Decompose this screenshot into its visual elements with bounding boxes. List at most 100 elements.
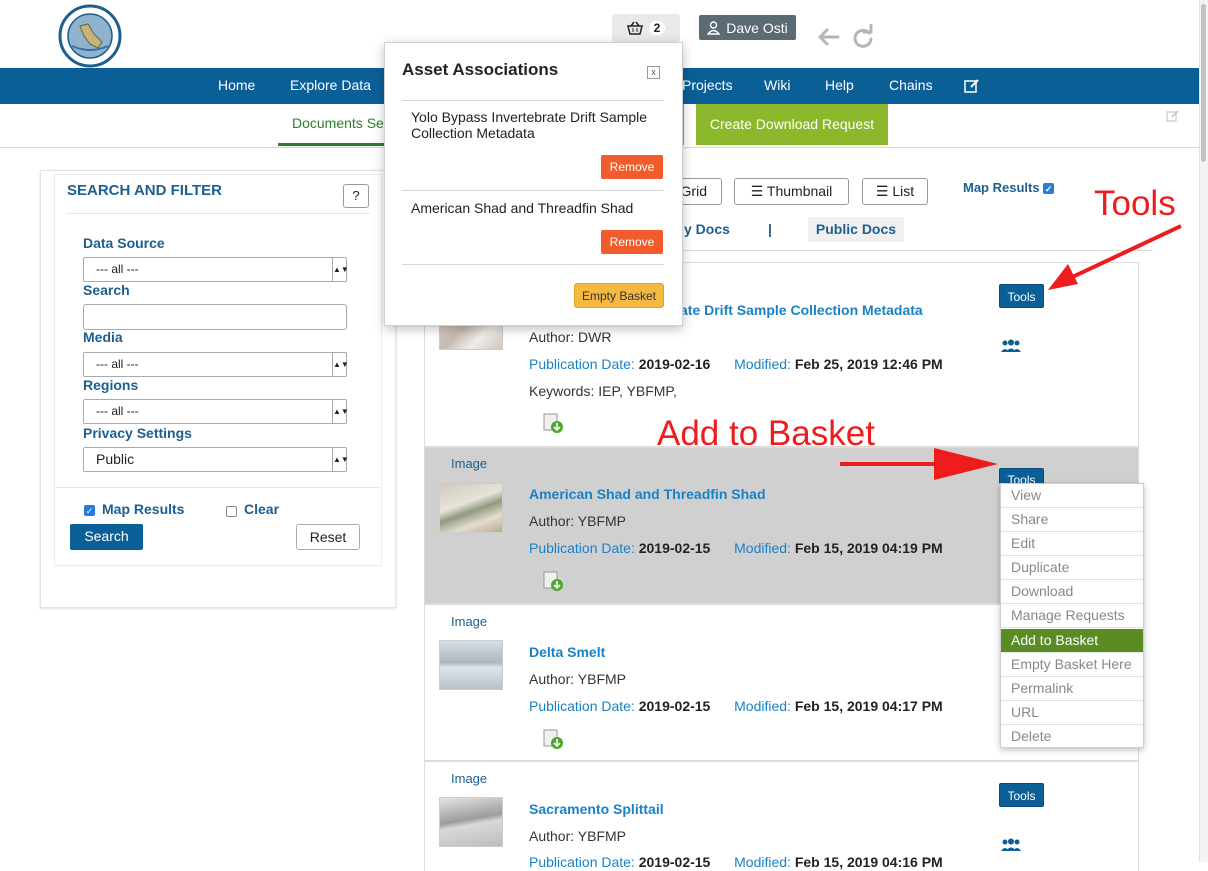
- result-author: Author: DWR: [529, 329, 612, 345]
- basket-item-text: American Shad and Threadfin Shad: [411, 200, 634, 216]
- publication-date: 2019-02-16: [638, 356, 711, 372]
- nav-projects[interactable]: Projects: [682, 68, 733, 104]
- result-thumbnail[interactable]: [439, 797, 503, 847]
- modified-label: Modified:: [734, 540, 791, 556]
- users-icon[interactable]: [1000, 339, 1022, 353]
- basket-button[interactable]: 2: [612, 14, 680, 42]
- menu-item-permalink[interactable]: Permalink: [1001, 677, 1143, 701]
- tab-public-docs[interactable]: Public Docs: [808, 217, 904, 242]
- privacy-settings-value: Public: [96, 451, 135, 467]
- menu-item-view[interactable]: View: [1001, 484, 1143, 508]
- help-button[interactable]: ?: [343, 184, 369, 208]
- clear-checkbox[interactable]: [226, 506, 237, 517]
- tools-dropdown-menu: View Share Edit Duplicate Download Manag…: [1000, 483, 1144, 748]
- thumbnail-view-button[interactable]: ☰ Thumbnail: [734, 178, 849, 205]
- user-name: Dave Osti: [726, 19, 788, 36]
- edit-icon[interactable]: [964, 78, 980, 94]
- remove-button[interactable]: Remove: [601, 230, 663, 254]
- result-title[interactable]: Sacramento Splittail: [529, 801, 664, 817]
- search-filter-title: SEARCH AND FILTER: [67, 182, 222, 199]
- publication-date-label: Publication Date:: [529, 356, 635, 372]
- back-arrow-icon[interactable]: [816, 24, 842, 50]
- result-dates: Publication Date: 2019-02-16 Modified: F…: [529, 356, 943, 372]
- publication-date: 2019-02-15: [638, 854, 711, 870]
- menu-item-share[interactable]: Share: [1001, 508, 1143, 532]
- result-dates: Publication Date: 2019-02-15 Modified: F…: [529, 854, 943, 870]
- tab-my-docs[interactable]: y Docs: [684, 217, 730, 242]
- tab-documents-search[interactable]: Documents Search: [278, 104, 384, 146]
- publication-date: 2019-02-15: [638, 540, 711, 556]
- menu-item-duplicate[interactable]: Duplicate: [1001, 556, 1143, 580]
- result-type-label: Image: [451, 771, 488, 786]
- users-icon[interactable]: [1000, 838, 1022, 852]
- result-title[interactable]: American Shad and Threadfin Shad: [529, 486, 766, 502]
- media-value: --- all ---: [96, 357, 139, 371]
- privacy-settings-select[interactable]: Public ▲▼: [83, 447, 349, 472]
- map-results-label: Map Results: [102, 501, 185, 517]
- map-results-checkbox[interactable]: ✓: [84, 505, 95, 516]
- tools-button[interactable]: Tools: [999, 783, 1044, 807]
- media-select[interactable]: --- all --- ▲▼: [83, 352, 349, 377]
- map-results-toggle-checkbox[interactable]: ✓: [1043, 183, 1055, 195]
- menu-item-download[interactable]: Download: [1001, 580, 1143, 604]
- menu-item-delete[interactable]: Delete: [1001, 725, 1143, 749]
- chevron-down-icon: ▲▼: [332, 258, 349, 281]
- menu-item-add-to-basket[interactable]: Add to Basket: [1001, 629, 1143, 653]
- nav-home[interactable]: Home: [218, 68, 255, 104]
- reset-button[interactable]: Reset: [296, 524, 360, 550]
- result-keywords: Keywords: IEP, YBFMP,: [529, 383, 677, 399]
- menu-item-url[interactable]: URL: [1001, 701, 1143, 725]
- list-view-button[interactable]: ☰ List: [862, 178, 928, 205]
- data-source-select[interactable]: --- all --- ▲▼: [83, 257, 349, 282]
- dwr-seal-logo[interactable]: [54, 4, 126, 68]
- data-source-value: --- all ---: [96, 262, 139, 276]
- result-thumbnail[interactable]: [439, 483, 503, 533]
- create-download-request-button[interactable]: Create Download Request: [696, 104, 888, 145]
- nav-help[interactable]: Help: [825, 68, 854, 104]
- nav-chains[interactable]: Chains: [889, 68, 933, 104]
- result-title[interactable]: Delta Smelt: [529, 644, 605, 660]
- regions-select[interactable]: --- all --- ▲▼: [83, 399, 349, 424]
- grid-view-label: Grid: [680, 183, 707, 199]
- divider: [56, 487, 380, 488]
- download-icon[interactable]: [543, 729, 565, 751]
- map-results-toggle-label: Map Results: [963, 180, 1040, 195]
- result-type-label: Image: [451, 614, 488, 629]
- close-icon[interactable]: x: [647, 66, 660, 79]
- user-icon: [707, 20, 721, 35]
- empty-basket-button[interactable]: Empty Basket: [574, 283, 664, 308]
- annotation-arrow-add-to-basket: [840, 448, 998, 480]
- basket-item-text: Yolo Bypass Invertebrate Drift Sample Co…: [411, 109, 648, 141]
- menu-item-edit[interactable]: Edit: [1001, 532, 1143, 556]
- modified-date: Feb 15, 2019 04:19 PM: [794, 540, 943, 556]
- nav-explore-data[interactable]: Explore Data: [290, 68, 371, 104]
- menu-item-manage-requests[interactable]: Manage Requests: [1001, 604, 1143, 628]
- modified-date: Feb 25, 2019 12:46 PM: [794, 356, 943, 372]
- menu-item-empty-basket-here[interactable]: Empty Basket Here: [1001, 653, 1143, 677]
- search-label: Search: [83, 282, 130, 298]
- page-edit-icon[interactable]: [1166, 109, 1180, 123]
- user-menu-button[interactable]: Dave Osti: [699, 15, 796, 40]
- annotation-arrow-tools: [1048, 224, 1182, 290]
- divider: [402, 264, 664, 265]
- scrollbar-thumb[interactable]: [1201, 4, 1206, 162]
- search-button[interactable]: Search: [70, 524, 143, 550]
- download-icon[interactable]: [543, 413, 565, 435]
- modified-date: Feb 15, 2019 04:16 PM: [794, 854, 943, 870]
- remove-button[interactable]: Remove: [601, 155, 663, 179]
- result-thumbnail[interactable]: [439, 640, 503, 690]
- popover-title: Asset Associations: [402, 60, 559, 79]
- modified-label: Modified:: [734, 854, 791, 870]
- redo-icon[interactable]: [850, 23, 876, 50]
- result-title[interactable]: ate Drift Sample Collection Metadata: [680, 302, 923, 318]
- search-input[interactable]: [83, 304, 347, 330]
- list-icon: ☰: [750, 183, 764, 199]
- chevron-down-icon: ▲▼: [332, 353, 349, 376]
- map-results-toggle[interactable]: Map Results ✓: [963, 180, 1055, 195]
- chevron-down-icon: ▲▼: [332, 448, 349, 471]
- tools-button-active[interactable]: Tools: [999, 468, 1044, 484]
- download-icon[interactable]: [543, 571, 565, 593]
- nav-wiki[interactable]: Wiki: [764, 68, 790, 104]
- modified-date: Feb 15, 2019 04:17 PM: [794, 698, 943, 714]
- publication-date-label: Publication Date:: [529, 540, 635, 556]
